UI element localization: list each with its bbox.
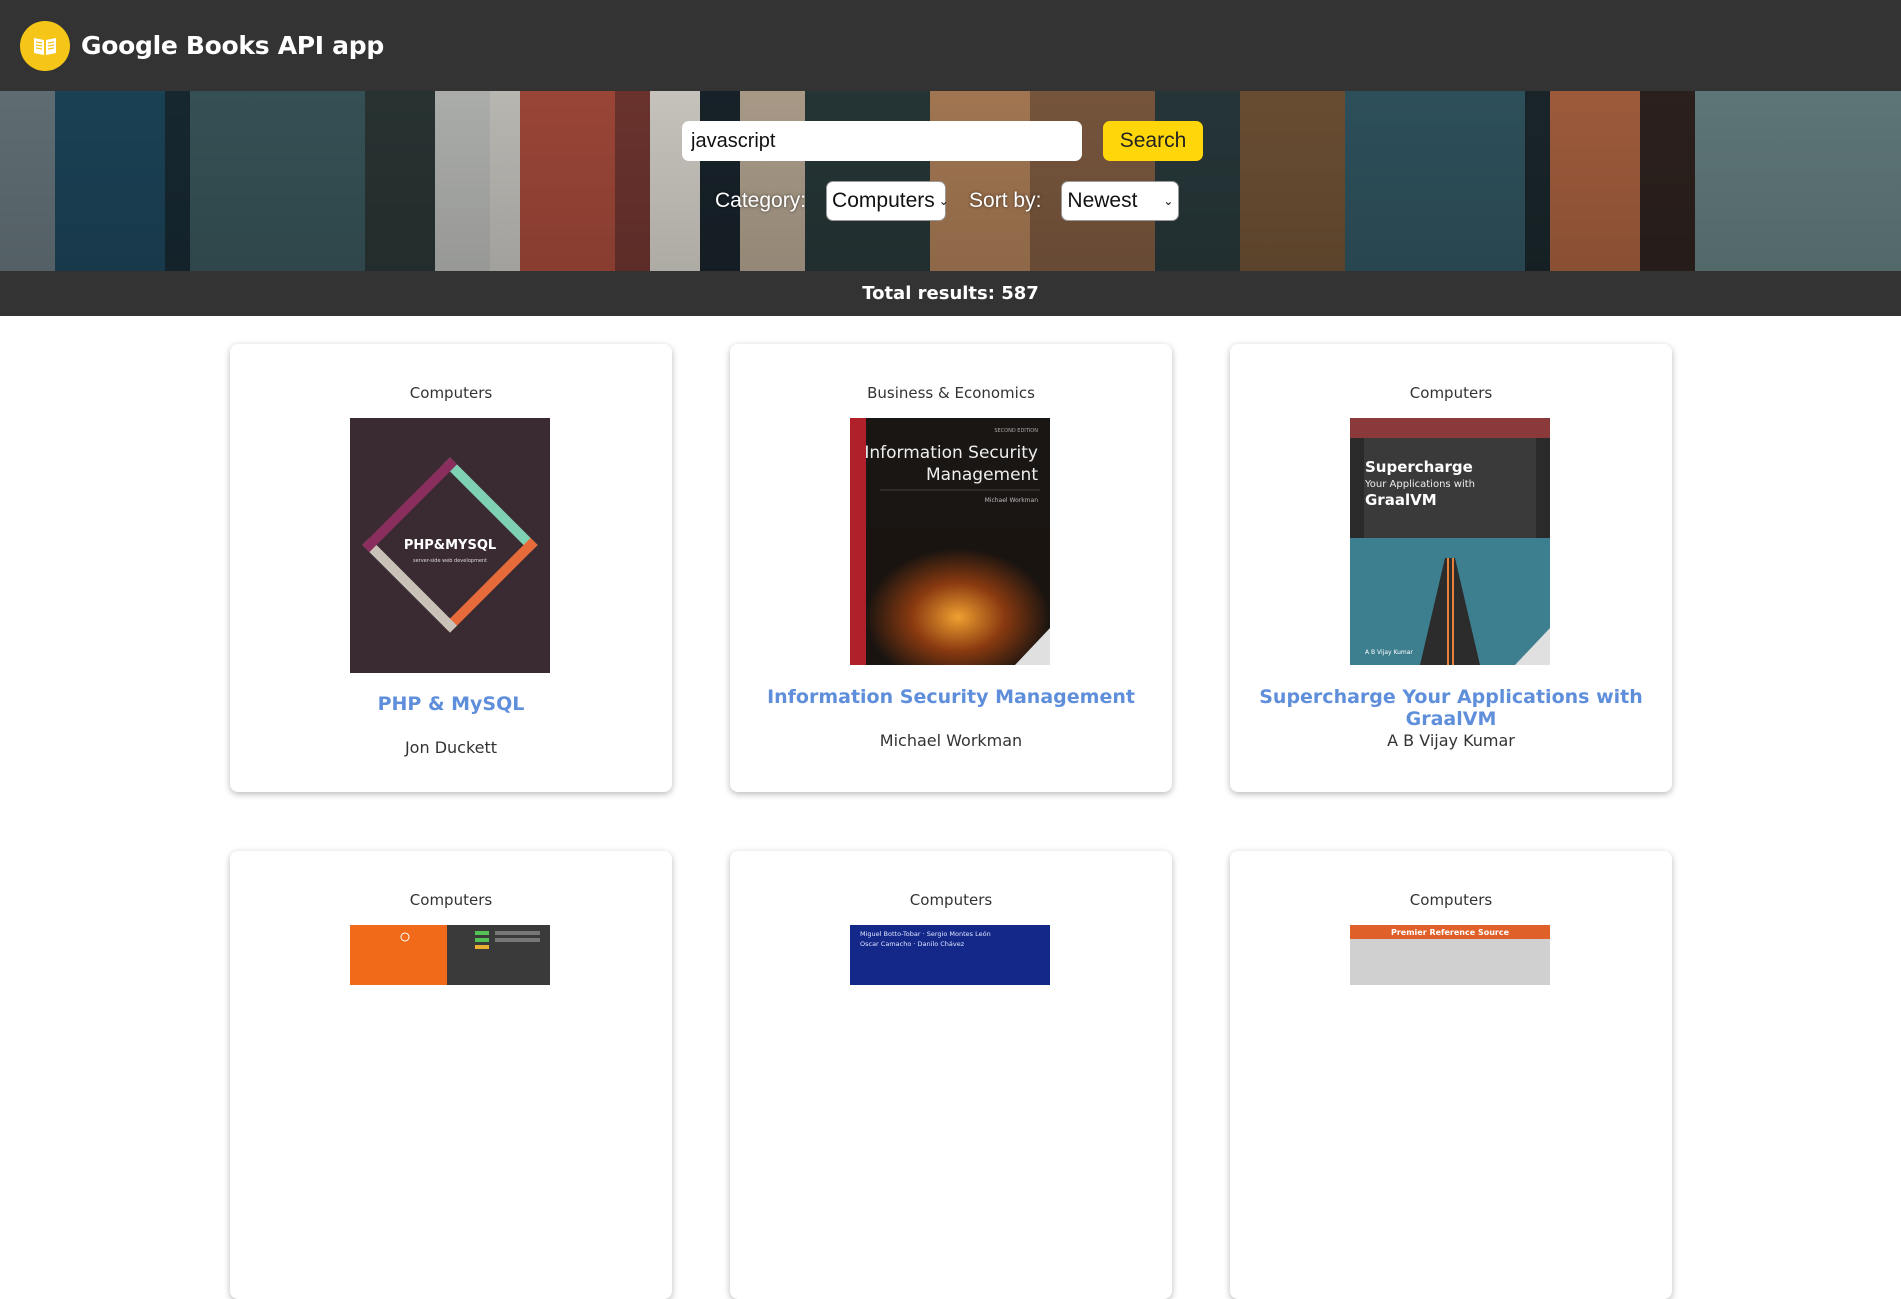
- total-results-text: Total results: 587: [862, 283, 1039, 304]
- cover-authors-line1: Miguel Botto-Tobar · Sergio Montes León: [860, 930, 991, 938]
- book-cover-image[interactable]: PHP&MYSQL server-side web development: [350, 418, 550, 673]
- cover-subtitle-text: server-side web development: [413, 558, 487, 564]
- cover-banner-text: Premier Reference Source: [1391, 928, 1510, 937]
- chevron-down-icon: ⌄: [1163, 194, 1174, 208]
- cover-authors-line2: Oscar Camacho · Danilo Chávez: [860, 940, 965, 948]
- search-input[interactable]: [682, 121, 1082, 161]
- category-select[interactable]: Computers ⌄: [826, 181, 949, 221]
- cover-author-text: A B Vijay Kumar: [1365, 649, 1413, 656]
- book-author: Jon Duckett: [404, 738, 498, 757]
- book-card[interactable]: Business & Economics SECOND EDITION Info…: [730, 344, 1172, 792]
- cover-title-text: PHP&MYSQL: [404, 538, 496, 553]
- book-author: A B Vijay Kumar: [1387, 731, 1515, 750]
- cover-title-line2: Your Applications with: [1364, 479, 1475, 490]
- book-cover-image[interactable]: Supercharge Your Applications with Graal…: [1350, 418, 1550, 665]
- book-cover-image[interactable]: SECOND EDITION Information Security Mana…: [850, 418, 1050, 665]
- app-title: Google Books API app: [81, 31, 384, 60]
- book-category: Computers: [409, 891, 493, 909]
- sort-select-value: Newest: [1067, 189, 1138, 212]
- book-card[interactable]: Computers PHP&MYSQL server-side web deve…: [230, 344, 672, 792]
- category-select-value: Computers: [832, 189, 935, 212]
- book-category: Computers: [409, 384, 493, 402]
- book-cover-image[interactable]: [350, 925, 550, 985]
- chevron-down-icon: ⌄: [938, 194, 949, 208]
- app-header: Google Books API app: [0, 0, 1901, 91]
- open-book-icon[interactable]: [20, 20, 70, 71]
- book-card[interactable]: Computers Premier Reference Source: [1230, 851, 1672, 1299]
- cover-title-line2: Management: [926, 465, 1038, 485]
- book-title-link[interactable]: PHP & MySQL: [230, 693, 672, 715]
- book-card[interactable]: Computers Miguel Botto-Tobar · Sergio Mo…: [730, 851, 1172, 1299]
- book-card[interactable]: Computers Supercharge Your Applications …: [1230, 344, 1672, 792]
- book-author: Michael Workman: [879, 731, 1023, 750]
- search-hero: Search Category: Computers ⌄ Sort by: Ne…: [0, 91, 1901, 271]
- sort-label: Sort by:: [969, 189, 1042, 212]
- search-button[interactable]: Search: [1103, 121, 1203, 161]
- cover-title-line3: GraalVM: [1365, 491, 1437, 509]
- book-cover-image[interactable]: Miguel Botto-Tobar · Sergio Montes León …: [850, 925, 1050, 985]
- book-category: Computers: [909, 891, 993, 909]
- cover-edition-text: SECOND EDITION: [994, 428, 1038, 434]
- book-category: Computers: [1409, 891, 1493, 909]
- book-title-link[interactable]: Information Security Management: [730, 686, 1172, 708]
- book-card[interactable]: Computers: [230, 851, 672, 1299]
- book-title-link[interactable]: Supercharge Your Applications with Graal…: [1230, 686, 1672, 730]
- cover-author-text: Michael Workman: [985, 497, 1039, 504]
- category-label: Category:: [715, 189, 807, 212]
- book-category: Computers: [1409, 384, 1493, 402]
- cover-title-line1: Supercharge: [1365, 458, 1473, 476]
- sort-select[interactable]: Newest ⌄: [1061, 181, 1180, 221]
- cover-title-line1: Information Security: [864, 443, 1038, 463]
- total-results-bar: Total results: 587: [0, 271, 1901, 316]
- book-category: Business & Economics: [867, 384, 1035, 402]
- book-cover-image[interactable]: Premier Reference Source: [1350, 925, 1550, 985]
